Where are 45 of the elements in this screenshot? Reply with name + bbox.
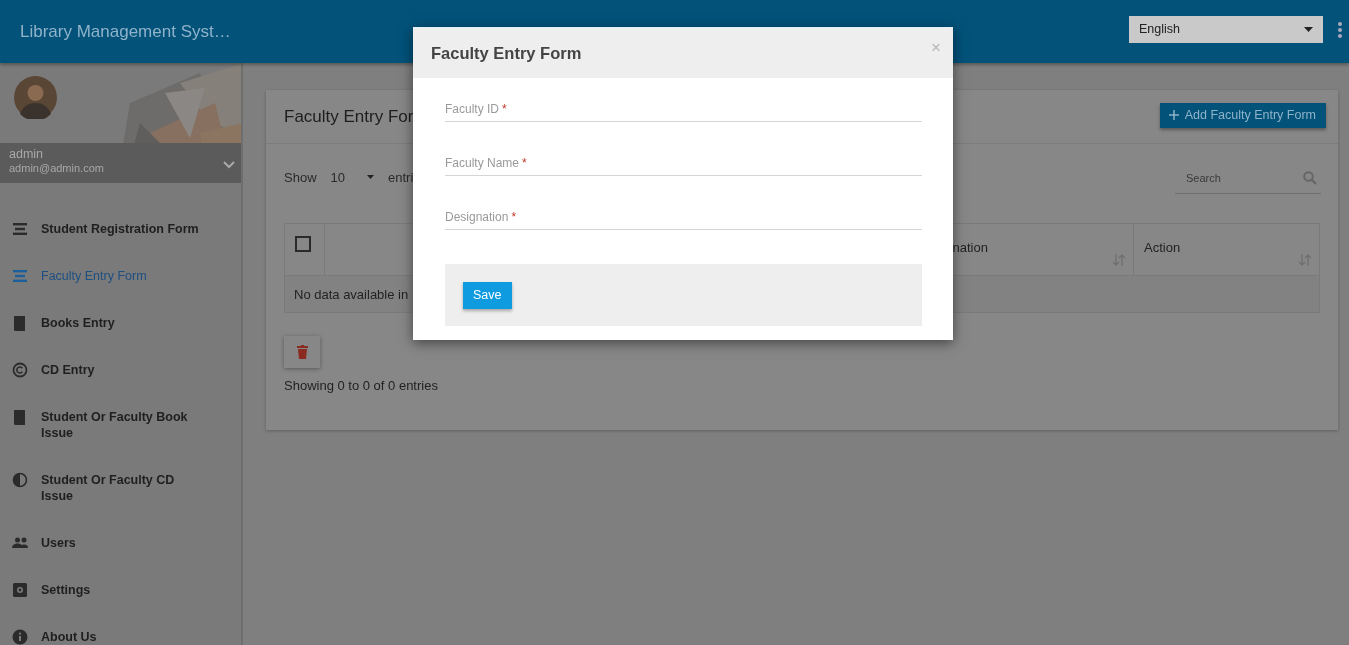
list-icon [12, 220, 28, 237]
more-icon[interactable] [1337, 21, 1343, 39]
sidebar-item[interactable]: Student Or Faculty Book Issue [0, 393, 241, 456]
save-button[interactable]: Save [463, 281, 512, 309]
language-select[interactable]: English [1129, 15, 1323, 43]
card-title: Faculty Entry For [284, 106, 414, 127]
user-info-bar[interactable]: admin admin@admin.com [0, 143, 241, 183]
user-email: admin@admin.com [9, 162, 104, 174]
sidebar-item[interactable]: Student Registration Form [0, 205, 241, 252]
sidebar-item[interactable]: Faculty Entry Form [0, 252, 241, 299]
search-icon [1303, 171, 1317, 185]
column-header[interactable]: nation [952, 240, 988, 255]
sidebar-item[interactable]: CD Entry [0, 346, 241, 393]
delete-button[interactable] [284, 336, 320, 368]
contrast-icon [12, 471, 28, 488]
sidebar-item[interactable]: Student Or Faculty CD Issue [0, 456, 241, 519]
input-field[interactable]: Faculty Name * [445, 150, 922, 176]
chevron-down-icon[interactable] [223, 161, 235, 169]
app-title: Library Management Syst… [20, 21, 232, 42]
modal-title: Faculty Entry Form [431, 43, 582, 63]
add-button[interactable]: Add Faculty Entry Form [1159, 102, 1326, 128]
sidebar-item[interactable]: Books Entry [0, 299, 241, 346]
input-field[interactable]: Faculty ID * [445, 96, 922, 122]
avatar [14, 76, 57, 119]
show-label: Show [284, 169, 317, 185]
user-name: admin [9, 147, 44, 161]
caret-icon [1304, 26, 1313, 32]
caret-icon [367, 175, 374, 179]
sidebar-item[interactable]: Users [0, 519, 241, 566]
table-info: Showing 0 to 0 of 0 entries [284, 378, 439, 393]
settings-icon [12, 581, 28, 598]
copyright-icon [12, 361, 28, 378]
sidebar-item[interactable]: About Us [0, 613, 241, 645]
page-length-select[interactable]: 10 [330, 167, 374, 187]
trash-icon [296, 345, 308, 359]
entries-label: entri [388, 169, 414, 185]
sidebar-item[interactable]: Settings [0, 566, 241, 613]
search-field[interactable]: Search [1175, 162, 1321, 194]
plus-icon [1168, 110, 1179, 120]
book-icon [12, 408, 28, 425]
column-header[interactable]: Action [1144, 240, 1181, 255]
list-icon [12, 267, 28, 284]
book-icon [12, 314, 28, 331]
checkbox[interactable] [295, 236, 311, 252]
input-field[interactable]: Designation * [445, 204, 922, 230]
